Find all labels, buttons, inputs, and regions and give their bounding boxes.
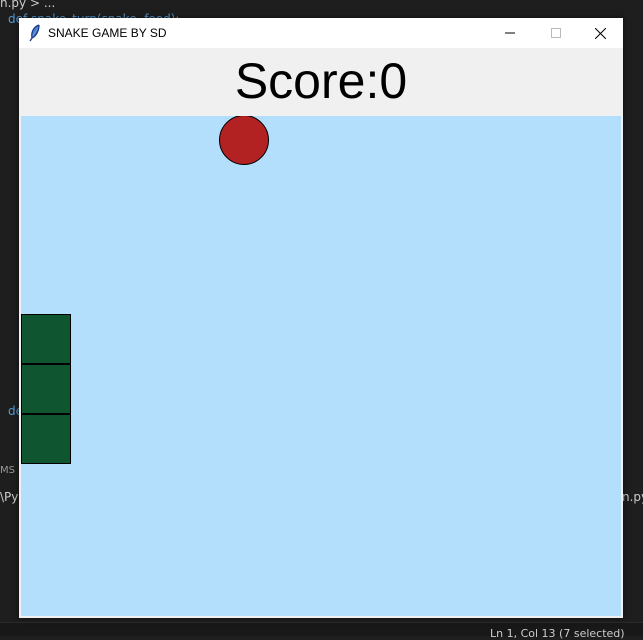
maximize-button[interactable] [533, 18, 579, 48]
minimize-button[interactable] [487, 18, 533, 48]
snake-segment [21, 314, 71, 364]
panel-tab[interactable]: MS [0, 465, 15, 476]
maximize-icon [551, 28, 561, 38]
minimize-icon [505, 32, 515, 34]
close-icon [594, 27, 606, 39]
score-label: Score:0 [234, 53, 408, 109]
game-canvas[interactable] [21, 116, 621, 616]
terminal-text-right: n.py [622, 490, 643, 504]
game-window: SNAKE GAME BY SD Score:0 [19, 18, 623, 618]
snake-segment [21, 414, 71, 464]
close-button[interactable] [577, 18, 623, 48]
snake-segment [21, 364, 71, 414]
title-bar[interactable]: SNAKE GAME BY SD [19, 18, 623, 48]
editor-breadcrumb: n.py > ... [0, 0, 56, 10]
status-bar: Ln 1, Col 13 (7 selected) [0, 622, 643, 640]
window-title: SNAKE GAME BY SD [48, 26, 167, 40]
food [219, 116, 269, 165]
cursor-position[interactable]: Ln 1, Col 13 (7 selected) [490, 627, 625, 640]
feather-icon [29, 24, 40, 42]
terminal-text-left: \Py [0, 490, 19, 504]
